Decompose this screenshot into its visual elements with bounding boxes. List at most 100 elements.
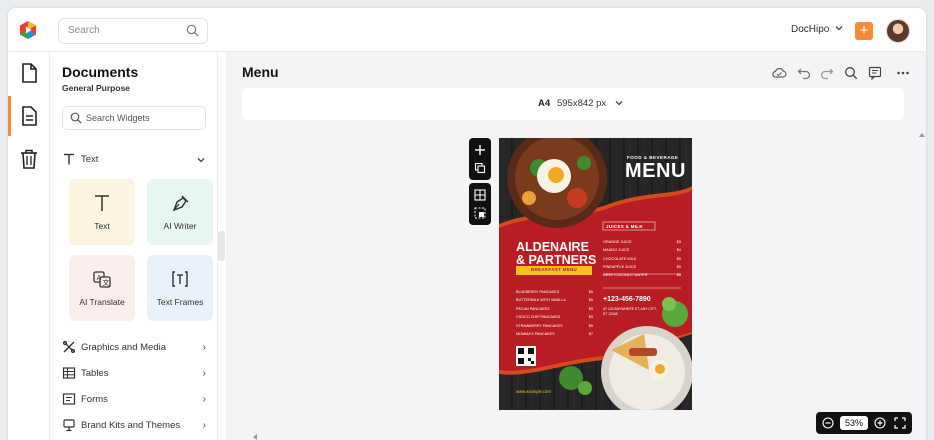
breakfast-item-price: $5 (588, 315, 593, 320)
juice-price: $6 (676, 273, 681, 278)
breakfast-title: BREAKFAST MENU (530, 267, 578, 272)
chevron-right-icon: › (202, 342, 206, 353)
text-t-icon (64, 153, 74, 165)
brand-kit-icon (63, 419, 75, 432)
page-size-selector[interactable]: A4 595x842 px (242, 88, 904, 120)
comment-icon[interactable] (868, 66, 882, 80)
zoom-search-icon[interactable] (844, 66, 858, 80)
chevron-down-icon[interactable] (834, 23, 844, 33)
chevron-down-icon (197, 158, 205, 163)
breakfast-item-name: STRAWBERRY PANCAKES (516, 323, 563, 328)
breakfast-item-price: $5 (588, 306, 593, 311)
juice-price: $5 (676, 256, 681, 261)
pen-nib-icon (172, 195, 189, 212)
grid-layout-button[interactable] (469, 186, 491, 204)
chevron-right-icon: › (202, 368, 206, 379)
poster-brand-line1: ALDENAIRE (516, 240, 589, 254)
breakfast-item-price: $5 (588, 298, 593, 303)
juice-name: ORANGE JUICE (603, 240, 632, 244)
juice-price: $3 (676, 240, 681, 244)
text-t-icon (95, 195, 109, 211)
plus-icon (475, 145, 485, 155)
document-title[interactable]: Menu (242, 64, 279, 80)
workspace-label[interactable]: DocHipo (791, 24, 829, 35)
breakfast-item-price: $7 (588, 332, 593, 337)
card-label: AI Writer (163, 221, 197, 231)
poster-address: AT 123 ANYWHERE ST, ANY CITY, ST 12345 (603, 307, 657, 316)
ai-translate-card[interactable]: A文 AI Translate (69, 255, 135, 321)
active-indicator (8, 96, 11, 136)
card-label: Text (94, 221, 110, 231)
search-icon (70, 112, 82, 124)
svg-text:A: A (97, 274, 102, 282)
tables-section[interactable]: Tables › (62, 366, 206, 382)
page-tools-group (469, 138, 491, 180)
grid-icon (474, 189, 486, 201)
page-size-name: A4 (538, 98, 551, 109)
left-rail (8, 52, 50, 440)
select-area-button[interactable] (469, 204, 491, 222)
search-input[interactable]: Search (58, 18, 208, 44)
scroll-left-arrow-icon[interactable] (252, 434, 258, 440)
cloud-save-icon[interactable] (771, 66, 787, 80)
trash-icon[interactable] (18, 148, 40, 170)
more-options-icon[interactable] (896, 66, 910, 80)
chevron-right-icon: › (202, 420, 206, 431)
chevron-right-icon: › (202, 394, 206, 405)
avatar[interactable] (886, 19, 910, 43)
scroll-up-arrow-icon[interactable] (919, 130, 925, 140)
brand-kits-section[interactable]: Brand Kits and Themes › (62, 418, 206, 434)
zoom-in-icon[interactable] (874, 417, 886, 429)
section-label: Brand Kits and Themes (81, 420, 181, 431)
chevron-down-icon (615, 101, 623, 106)
text-section-header[interactable]: Text (62, 152, 206, 168)
panel-collapse-handle[interactable] (218, 231, 225, 261)
copy-icon (474, 162, 486, 174)
menu-poster[interactable]: FOOD & BEVERAGE MENU JUICES & MILK ORANG… (499, 138, 692, 410)
text-section-label: Text (81, 154, 99, 165)
form-icon (62, 393, 76, 405)
fullscreen-icon[interactable] (894, 417, 906, 429)
juice-name: NEW! COCONUT WATER (603, 273, 648, 278)
section-label: Forms (81, 394, 108, 405)
widgets-panel: Documents General Purpose Search Widgets… (50, 52, 218, 440)
undo-icon[interactable] (797, 66, 811, 80)
text-frames-card[interactable]: Text Frames (147, 255, 213, 321)
table-icon (62, 367, 76, 379)
document-icon[interactable] (18, 62, 40, 84)
page-tools (469, 138, 491, 228)
editor-canvas-area: Menu A4 595x842 px FOOD & BEVERAGE MENU … (226, 52, 926, 440)
breakfast-item-name: BUTTERMILK WITH VANILLA (516, 298, 566, 303)
section-label: Tables (81, 368, 109, 379)
duplicate-page-button[interactable] (469, 159, 491, 177)
card-label: AI Translate (79, 297, 125, 307)
forms-section[interactable]: Forms › (62, 392, 206, 408)
juice-price: $5 (676, 264, 681, 269)
app-window: Search DocHipo + Documents General Purpo… (8, 8, 926, 440)
graphics-media-section[interactable]: Graphics and Media › (62, 340, 206, 356)
poster-website: www.example.com (516, 389, 551, 394)
card-label: Text Frames (156, 297, 204, 307)
svg-text:文: 文 (103, 278, 110, 287)
select-icon (474, 207, 486, 219)
juices-title: JUICES & MILK (606, 224, 643, 229)
widgets-icon[interactable] (18, 105, 40, 127)
text-widget-card[interactable]: Text (69, 179, 135, 245)
graphics-icon (62, 340, 76, 354)
add-page-button[interactable] (469, 141, 491, 159)
juices-list: ORANGE JUICE $3 MANGO JUICE $4 CHOCOLATE M… (603, 238, 681, 279)
create-button[interactable]: + (855, 22, 873, 40)
zoom-out-icon[interactable] (822, 417, 834, 429)
text-frame-icon (172, 271, 188, 287)
search-icon[interactable] (186, 24, 199, 37)
redo-icon[interactable] (820, 66, 834, 80)
ai-writer-card[interactable]: AI Writer (147, 179, 213, 245)
app-logo-icon[interactable] (18, 20, 38, 40)
juice-name: MANGO JUICE (603, 248, 630, 253)
breakfast-list: BLUEBERRY PANCAKES $5 BUTTERMILK WITH VAN… (516, 288, 593, 338)
breakfast-item-name: CHOCO CHIP PANCAKES (516, 315, 561, 320)
widget-search-input[interactable]: Search Widgets (62, 106, 206, 130)
translate-icon: A文 (93, 271, 111, 288)
layout-tools-group (469, 183, 491, 225)
zoom-level[interactable]: 53% (840, 416, 868, 430)
